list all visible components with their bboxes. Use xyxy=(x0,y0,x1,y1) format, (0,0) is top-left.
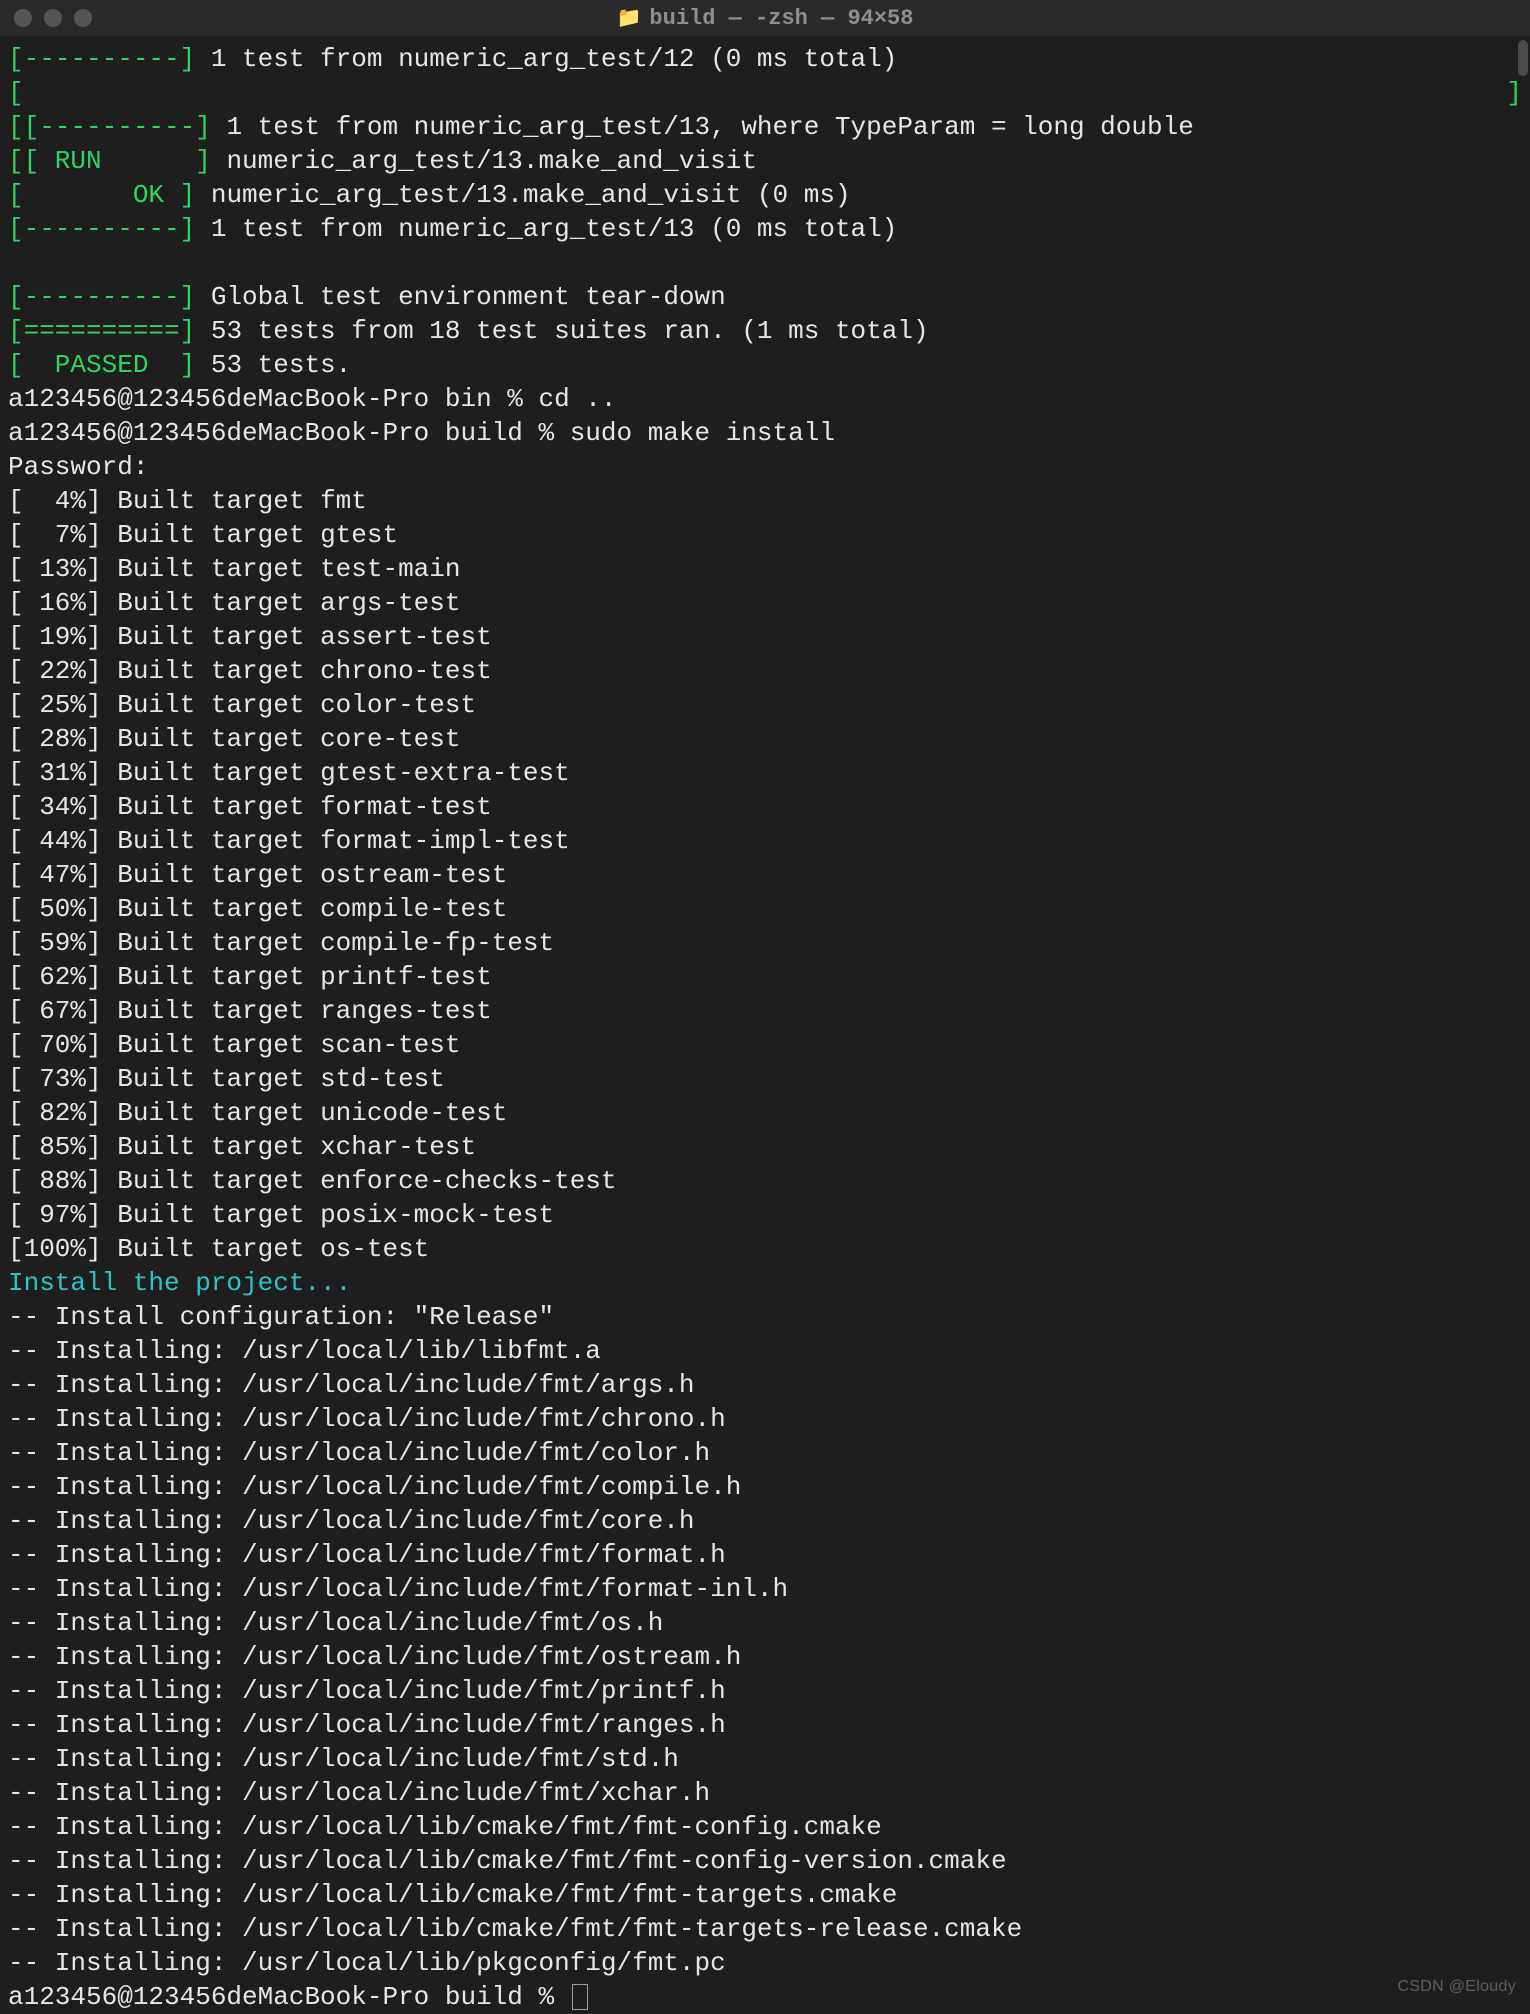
build-target-line: [ 7%] Built target gtest xyxy=(8,518,1522,552)
install-header-line: Install the project... xyxy=(8,1266,1522,1300)
install-file-line: -- Installing: /usr/local/include/fmt/ra… xyxy=(8,1708,1522,1742)
window-title: 📁 build — -zsh — 94×58 xyxy=(0,5,1530,31)
test-bracket-line: [] xyxy=(8,76,1522,110)
build-target-line: [ 67%] Built target ranges-test xyxy=(8,994,1522,1028)
test-passed-line: [ PASSED ] 53 tests. xyxy=(8,348,1522,382)
terminal-body[interactable]: [----------] 1 test from numeric_arg_tes… xyxy=(0,36,1530,2014)
build-target-line: [ 4%] Built target fmt xyxy=(8,484,1522,518)
build-target-line: [ 59%] Built target compile-fp-test xyxy=(8,926,1522,960)
build-target-line: [ 44%] Built target format-impl-test xyxy=(8,824,1522,858)
install-file-line: -- Installing: /usr/local/lib/cmake/fmt/… xyxy=(8,1912,1522,1946)
install-file-line: -- Installing: /usr/local/include/fmt/pr… xyxy=(8,1674,1522,1708)
build-target-line: [ 28%] Built target core-test xyxy=(8,722,1522,756)
test-teardown-line: [----------] Global test environment tea… xyxy=(8,280,1522,314)
minimize-window-button[interactable] xyxy=(44,9,62,27)
build-target-line: [ 97%] Built target posix-mock-test xyxy=(8,1198,1522,1232)
install-file-line: -- Installing: /usr/local/include/fmt/os… xyxy=(8,1640,1522,1674)
test-run-line: [[ RUN ] numeric_arg_test/13.make_and_vi… xyxy=(8,144,1522,178)
build-target-line: [ 85%] Built target xchar-test xyxy=(8,1130,1522,1164)
window-title-text: build — -zsh — 94×58 xyxy=(649,6,913,31)
shell-prompt-line: a123456@123456deMacBook-Pro bin % cd .. xyxy=(8,382,1522,416)
install-config-line: -- Install configuration: "Release" xyxy=(8,1300,1522,1334)
install-file-line: -- Installing: /usr/local/include/fmt/fo… xyxy=(8,1572,1522,1606)
install-file-line: -- Installing: /usr/local/include/fmt/co… xyxy=(8,1436,1522,1470)
test-ok-line: [ OK ] numeric_arg_test/13.make_and_visi… xyxy=(8,178,1522,212)
window-titlebar[interactable]: 📁 build — -zsh — 94×58 xyxy=(0,0,1530,36)
install-file-line: -- Installing: /usr/local/lib/cmake/fmt/… xyxy=(8,1810,1522,1844)
test-line: [[----------] 1 test from numeric_arg_te… xyxy=(8,110,1522,144)
install-file-line: -- Installing: /usr/local/include/fmt/st… xyxy=(8,1742,1522,1776)
build-target-line: [ 47%] Built target ostream-test xyxy=(8,858,1522,892)
watermark-text: CSDN @Eloudy xyxy=(1397,1978,1516,1996)
build-target-line: [ 34%] Built target format-test xyxy=(8,790,1522,824)
install-file-line: -- Installing: /usr/local/include/fmt/co… xyxy=(8,1504,1522,1538)
terminal-window: 📁 build — -zsh — 94×58 [----------] 1 tes… xyxy=(0,0,1530,2014)
build-target-line: [ 19%] Built target assert-test xyxy=(8,620,1522,654)
folder-icon: 📁 xyxy=(617,8,642,31)
build-target-line: [ 31%] Built target gtest-extra-test xyxy=(8,756,1522,790)
build-target-line: [ 82%] Built target unicode-test xyxy=(8,1096,1522,1130)
install-file-line: -- Installing: /usr/local/include/fmt/co… xyxy=(8,1470,1522,1504)
build-target-line: [100%] Built target os-test xyxy=(8,1232,1522,1266)
zoom-window-button[interactable] xyxy=(74,9,92,27)
build-target-line: [ 22%] Built target chrono-test xyxy=(8,654,1522,688)
build-target-line: [ 16%] Built target args-test xyxy=(8,586,1522,620)
test-line: [----------] 1 test from numeric_arg_tes… xyxy=(8,212,1522,246)
install-file-line: -- Installing: /usr/local/include/fmt/fo… xyxy=(8,1538,1522,1572)
shell-prompt-line[interactable]: a123456@123456deMacBook-Pro build % xyxy=(8,1980,1522,2014)
test-line: [----------] 1 test from numeric_arg_tes… xyxy=(8,42,1522,76)
cursor xyxy=(572,1984,588,2010)
install-file-line: -- Installing: /usr/local/lib/pkgconfig/… xyxy=(8,1946,1522,1980)
build-target-line: [ 70%] Built target scan-test xyxy=(8,1028,1522,1062)
install-file-line: -- Installing: /usr/local/lib/cmake/fmt/… xyxy=(8,1844,1522,1878)
install-file-line: -- Installing: /usr/local/include/fmt/ar… xyxy=(8,1368,1522,1402)
build-target-line: [ 50%] Built target compile-test xyxy=(8,892,1522,926)
test-summary-line: [==========] 53 tests from 18 test suite… xyxy=(8,314,1522,348)
vertical-scrollbar[interactable] xyxy=(1518,40,1528,76)
traffic-lights xyxy=(14,9,92,27)
install-file-line: -- Installing: /usr/local/include/fmt/xc… xyxy=(8,1776,1522,1810)
install-file-line: -- Installing: /usr/local/include/fmt/os… xyxy=(8,1606,1522,1640)
install-file-line: -- Installing: /usr/local/lib/libfmt.a xyxy=(8,1334,1522,1368)
password-line: Password: xyxy=(8,450,1522,484)
build-target-line: [ 25%] Built target color-test xyxy=(8,688,1522,722)
install-file-line: -- Installing: /usr/local/lib/cmake/fmt/… xyxy=(8,1878,1522,1912)
build-target-line: [ 88%] Built target enforce-checks-test xyxy=(8,1164,1522,1198)
build-target-line: [ 62%] Built target printf-test xyxy=(8,960,1522,994)
shell-prompt-line: a123456@123456deMacBook-Pro build % sudo… xyxy=(8,416,1522,450)
close-window-button[interactable] xyxy=(14,9,32,27)
build-target-line: [ 73%] Built target std-test xyxy=(8,1062,1522,1096)
blank-line xyxy=(8,246,1522,280)
build-target-line: [ 13%] Built target test-main xyxy=(8,552,1522,586)
install-file-line: -- Installing: /usr/local/include/fmt/ch… xyxy=(8,1402,1522,1436)
